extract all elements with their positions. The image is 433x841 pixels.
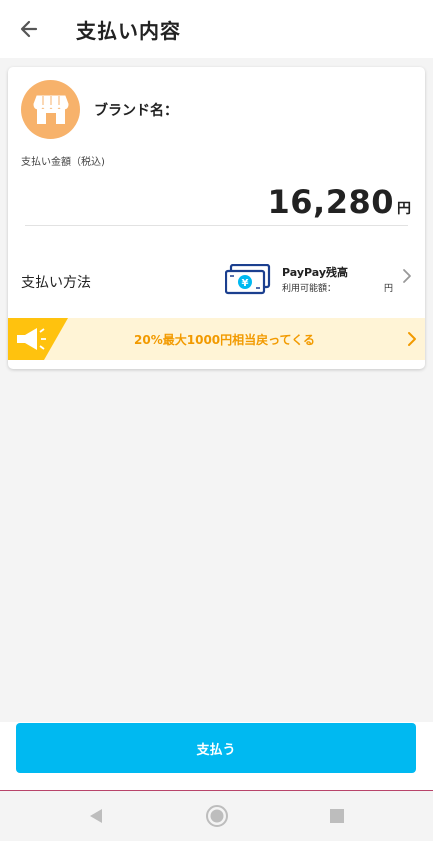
nav-home-button[interactable] <box>204 803 230 829</box>
payment-method-name: PayPay残高 <box>282 266 349 279</box>
bottom-action-area: 支払う <box>0 722 433 790</box>
divider <box>25 225 408 226</box>
triangle-left-icon <box>90 809 102 823</box>
svg-text:¥: ¥ <box>242 278 249 289</box>
pay-button[interactable]: 支払う <box>16 723 416 773</box>
shop-avatar <box>21 80 80 139</box>
promo-banner[interactable]: 20%最大1000円相当戻ってくる <box>8 318 425 360</box>
storefront-icon <box>32 95 69 124</box>
available-balance-label: 利用可能額： <box>282 284 337 294</box>
payment-card: ブランド名： 支払い金額（税込) 16,280 円 支払い方法 ¥ PayPay… <box>8 67 425 369</box>
payment-method-selector[interactable]: ¥ PayPay残高 利用可能額： 円 <box>225 262 415 298</box>
arrow-left-icon <box>20 20 38 38</box>
amount-value: 16,280 <box>267 183 394 221</box>
payment-method-label: 支払い方法 <box>21 275 91 291</box>
system-nav-bar <box>0 791 433 841</box>
circle-icon <box>206 805 228 827</box>
square-icon <box>330 809 344 823</box>
promo-text: 20%最大1000円相当戻ってくる <box>134 333 315 347</box>
page-title: 支払い内容 <box>76 19 181 43</box>
back-button[interactable] <box>14 14 44 44</box>
nav-recent-button[interactable] <box>324 803 350 829</box>
amount-label: 支払い金額（税込) <box>21 157 105 168</box>
banknote-yen-icon: ¥ <box>225 264 271 295</box>
nav-back-button[interactable] <box>83 803 109 829</box>
amount-unit: 円 <box>397 201 411 217</box>
chevron-right-icon <box>403 269 411 283</box>
available-balance-unit: 円 <box>384 284 394 294</box>
chevron-right-icon <box>408 332 416 346</box>
amount-row: 16,280 円 <box>268 183 411 221</box>
brand-name-label: ブランド名： <box>94 103 178 119</box>
app-header: 支払い内容 <box>0 0 433 58</box>
